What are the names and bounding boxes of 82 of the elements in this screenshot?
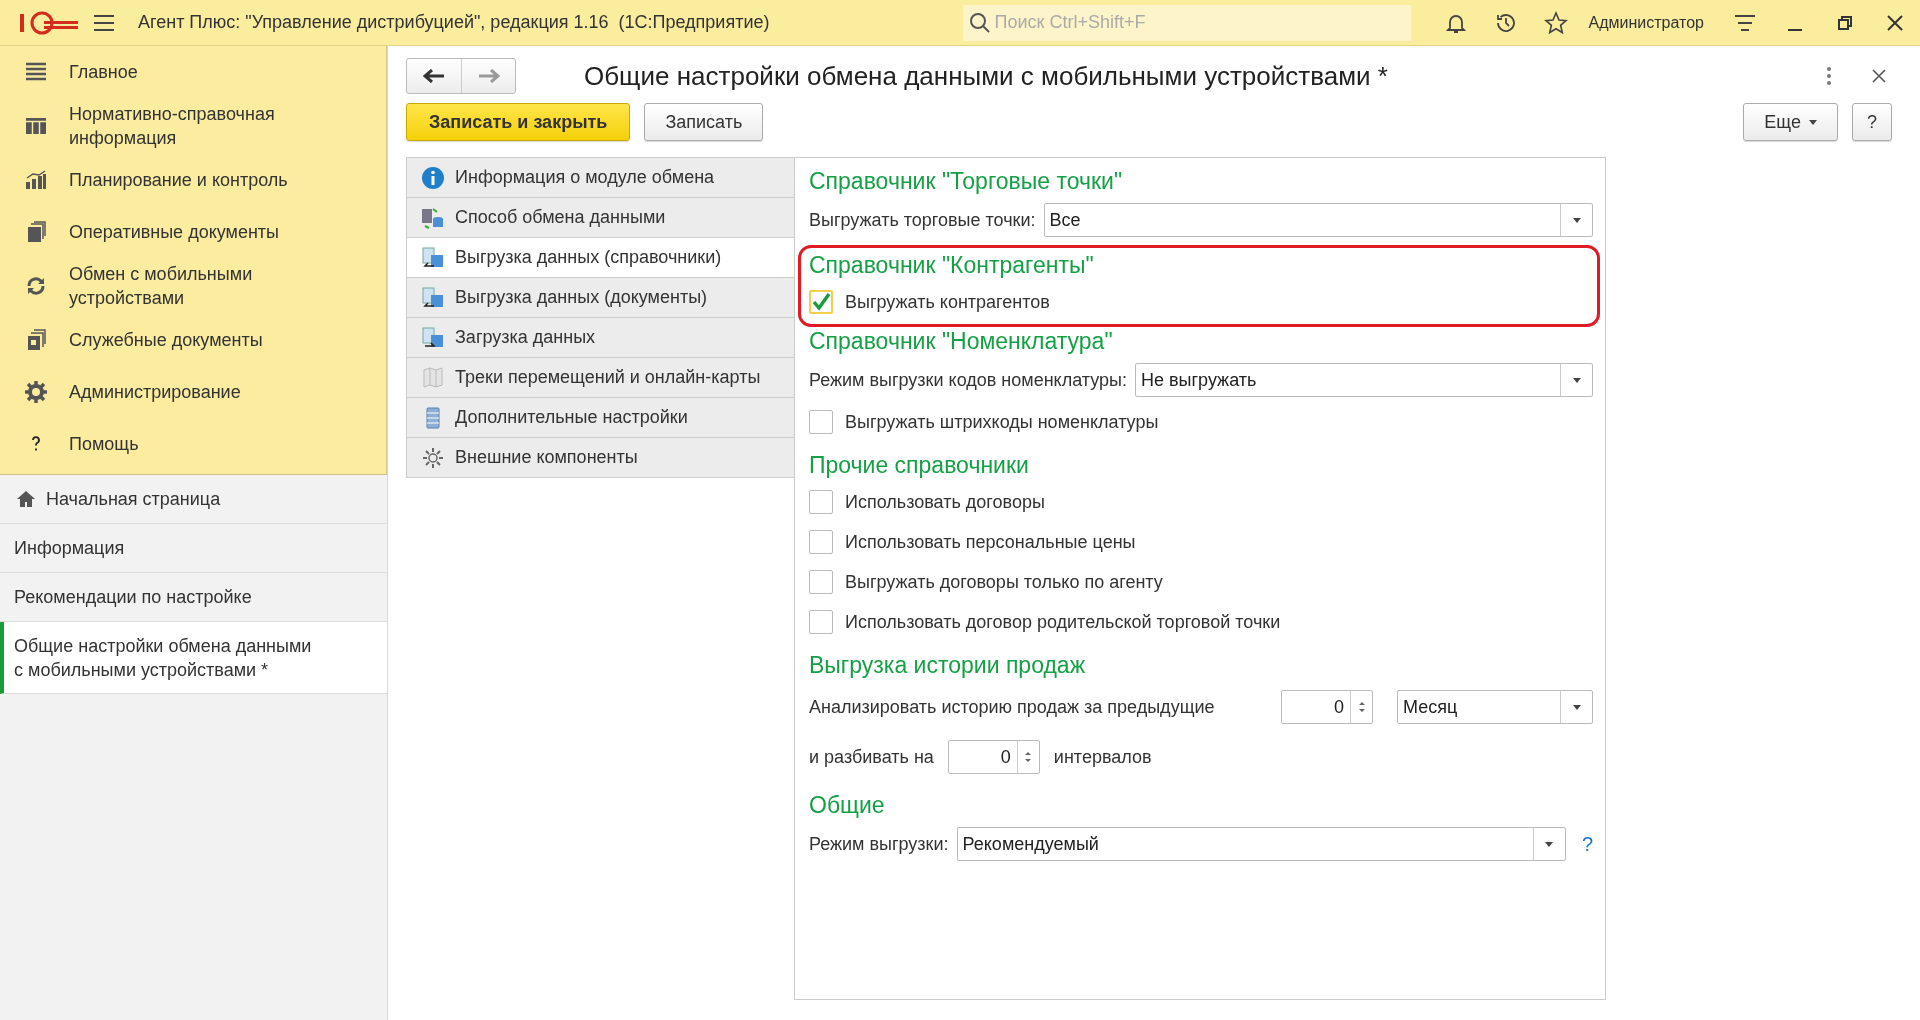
section-item[interactable]: Нормативно-справочная информация (0, 98, 386, 154)
checkbox[interactable] (809, 570, 833, 594)
group-title: Справочник "Номенклатура" (809, 327, 1114, 356)
field-label: Выгружать торговые точки: (809, 209, 1036, 231)
navigation-buttons[interactable] (406, 58, 516, 94)
dropdown-field[interactable]: Месяц (1397, 690, 1593, 724)
checkbox[interactable] (809, 410, 833, 434)
checkbox[interactable] (809, 530, 833, 554)
page-tab[interactable]: Треки перемещений и онлайн-карты (406, 358, 794, 398)
help-link[interactable]: ? (1581, 832, 1593, 856)
checkbox-label[interactable]: Использовать договор родительской торговой точки (845, 611, 1281, 633)
page-tab[interactable]: Выгрузка данных (документы) (406, 278, 794, 318)
page-tab[interactable]: Загрузка данных (406, 318, 794, 358)
page-tab[interactable]: Информация о модуле обмена (406, 158, 794, 198)
caret-icon (1572, 377, 1581, 383)
open-window-tab[interactable]: Начальная страница (0, 475, 387, 524)
save-and-close-button[interactable]: Записать и закрыть (406, 103, 631, 141)
left-arrow-icon (423, 69, 445, 83)
section-item[interactable]: Администрирование (0, 366, 386, 418)
open-window-tab[interactable]: Общие настройки обмена данными с мобильными устройствами * (0, 622, 387, 694)
caret-icon (1572, 217, 1581, 223)
info-icon (421, 165, 445, 190)
field-label: Режим выгрузки кодов номенклатуры: (809, 369, 1127, 391)
form-title: Общие настройки обмена данными с мобильными устройствами * (584, 60, 1389, 92)
user-name[interactable]: Администратор (1588, 13, 1704, 32)
field-label: интервалов (1053, 746, 1152, 768)
caret-icon (1545, 841, 1554, 847)
section-item[interactable]: Обмен с мобильными устройствами (0, 258, 386, 314)
dropdown-field[interactable]: Не выгружать (1135, 363, 1593, 397)
open-window-tab[interactable]: Информация (0, 524, 387, 573)
dropdown-field[interactable]: Рекомендуемый (956, 827, 1566, 861)
page-tab[interactable]: Внешние компоненты (406, 438, 794, 478)
checkbox-label[interactable]: Выгружать договоры только по агенту (845, 571, 1163, 593)
more-icon[interactable] (1826, 66, 1832, 86)
caret-icon (1809, 119, 1817, 125)
section-item[interactable]: Главное (0, 46, 386, 98)
group-title: Справочник "Контрагенты" (809, 251, 1095, 280)
bar-chart-icon (24, 168, 48, 192)
section-item[interactable]: Планирование и контроль (0, 154, 386, 206)
group-title: Справочник "Торговые точки" (809, 167, 1124, 196)
group-title: Общие (809, 791, 886, 820)
group-title: Выгрузка истории продаж (809, 651, 1086, 680)
server-database-icon (421, 205, 445, 230)
import-icon (421, 325, 445, 350)
window-title: Агент Плюс: "Управление дистрибуцией", редакция 1.16 (1С:Предприятие) (138, 12, 771, 33)
spin-arrows-icon[interactable] (1357, 700, 1366, 714)
group-title: Прочие справочники (809, 451, 1030, 480)
page-tab[interactable]: Дополнительные настройки (406, 398, 794, 438)
checkmark-icon (811, 292, 831, 312)
field-label: Режим выгрузки: (809, 833, 949, 855)
export-icon (421, 285, 445, 310)
search-field[interactable]: Поиск Ctrl+Shift+F (962, 4, 1411, 41)
number-field[interactable]: 0 (947, 740, 1040, 774)
checkbox-label[interactable]: Использовать договоры (845, 491, 1045, 513)
right-arrow-icon (477, 69, 500, 83)
field-label: Анализировать историю продаж за предыдущие (809, 696, 1215, 718)
star-icon[interactable] (1543, 10, 1568, 35)
number-field[interactable]: 0 (1281, 690, 1373, 724)
close-icon[interactable] (1872, 69, 1886, 83)
checkbox-label[interactable]: Выгружать контрагентов (845, 291, 1050, 313)
save-button[interactable]: Записать (644, 103, 764, 141)
caret-icon (1572, 704, 1581, 710)
page-tab[interactable]: Способ обмена данными (406, 198, 794, 238)
home-icon (16, 489, 36, 509)
checkbox[interactable] (809, 290, 833, 314)
section-item[interactable]: Оперативные документы (0, 206, 386, 258)
menu-icon[interactable] (92, 12, 116, 33)
field-label: и разбивать на (809, 746, 934, 768)
map-icon (421, 365, 445, 390)
section-item[interactable]: Служебные документы (0, 314, 386, 366)
checkbox-label[interactable]: Использовать персональные цены (845, 531, 1136, 553)
checkbox[interactable] (809, 610, 833, 634)
more-button[interactable]: Еще (1743, 103, 1838, 141)
search-icon (968, 11, 991, 34)
page-tab[interactable]: Выгрузка данных (справочники) (406, 238, 794, 278)
checkbox-label[interactable]: Выгружать штрихкоды номенклатуры (845, 411, 1159, 433)
export-icon (421, 245, 445, 270)
spin-arrows-icon[interactable] (1024, 750, 1033, 764)
dropdown-field[interactable]: Все (1043, 203, 1593, 237)
checkbox[interactable] (809, 490, 833, 514)
section-item[interactable]: Помощь (0, 418, 386, 470)
help-button[interactable]: ? (1852, 103, 1892, 141)
